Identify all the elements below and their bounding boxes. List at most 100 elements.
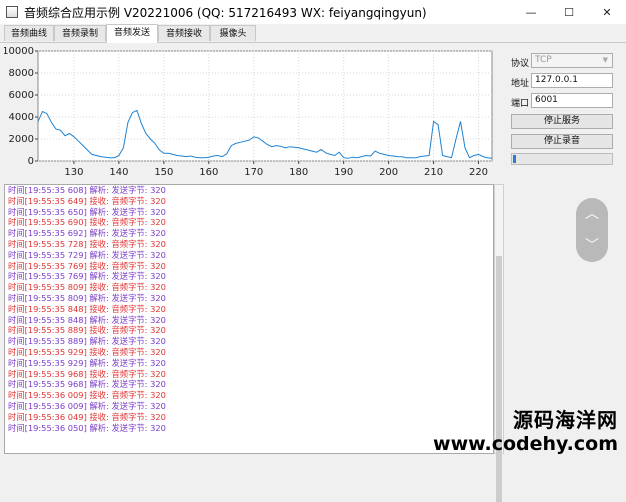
log-message: 接收: 音频字节: 320 [89,411,166,422]
protocol-value: TCP [535,55,552,65]
log-line: 时间[19:55:35 809] 接收: 音频字节: 320 [5,282,493,293]
log-timestamp: 时间[19:55:35 889] [8,325,90,336]
volume-level-fill [513,155,516,163]
log-message: 解析: 发送字节: 320 [89,422,166,433]
log-message: 接收: 音频字节: 320 [89,390,166,401]
log-message: 解析: 发送字节: 320 [89,228,166,239]
log-line: 时间[19:55:35 929] 接收: 音频字节: 320 [5,347,493,358]
log-line: 时间[19:55:35 728] 接收: 音频字节: 320 [5,239,493,250]
log-message: 解析: 发送字节: 320 [89,206,166,217]
log-message: 接收: 音频字节: 320 [89,260,166,271]
log-line: 时间[19:55:35 968] 解析: 发送字节: 320 [5,379,493,390]
log-line: 时间[19:55:35 889] 解析: 发送字节: 320 [5,336,493,347]
window-title: 音频综合应用示例 V20221006 (QQ: 517216493 WX: fe… [24,5,427,20]
log-message: 解析: 发送字节: 320 [89,379,166,390]
log-timestamp: 时间[19:55:35 692] [8,228,90,239]
log-timestamp: 时间[19:55:35 728] [8,238,90,249]
floating-scroll-control[interactable]: ︿ ﹀ [576,198,608,262]
log-message: 接收: 音频字节: 320 [89,238,166,249]
log-message: 解析: 发送字节: 320 [89,185,166,195]
maximize-button[interactable]: ☐ [550,0,588,24]
plot-area [37,50,493,162]
log-timestamp: 时间[19:55:36 009] [8,390,90,401]
log-timestamp: 时间[19:55:35 650] [8,206,90,217]
log-line: 时间[19:55:35 608] 解析: 发送字节: 320 [5,185,493,196]
log-timestamp: 时间[19:55:35 690] [8,217,90,228]
protocol-select[interactable]: TCP ▼ [531,53,613,68]
tab-label: 音频曲线 [10,29,47,39]
log-line: 时间[19:55:36 049] 接收: 音频字节: 320 [5,412,493,423]
stop-server-button[interactable]: 停止服务 [511,114,613,129]
minimize-button[interactable]: — [512,0,550,24]
tab-audio-receive[interactable]: 音频接收 [158,25,210,41]
chevron-up-icon[interactable]: ︿ [576,198,608,230]
watermark: 源码海洋网 www.codehy.com [433,404,618,455]
log-message: 接收: 音频字节: 320 [89,325,166,336]
log-timestamp: 时间[19:55:35 929] [8,357,90,368]
log-timestamp: 时间[19:55:35 929] [8,346,90,357]
x-tick-label: 140 [109,167,128,178]
log-timestamp: 时间[19:55:35 769] [8,271,90,282]
x-tick-label: 190 [334,167,353,178]
log-line: 时间[19:55:35 650] 解析: 发送字节: 320 [5,207,493,218]
log-timestamp: 时间[19:55:35 608] [8,185,90,195]
tab-label: 摄像头 [219,29,247,39]
tab-audio-curve[interactable]: 音频曲线 [4,25,54,41]
log-timestamp: 时间[19:55:35 729] [8,249,90,260]
log-message: 接收: 音频字节: 320 [89,282,166,293]
log-message: 解析: 发送字节: 320 [89,336,166,347]
y-tick-label: 8000 [9,68,34,79]
log-line: 时间[19:55:35 649] 接收: 音频字节: 320 [5,196,493,207]
tab-label: 音频接收 [165,29,202,39]
log-message: 接收: 音频字节: 320 [89,217,166,228]
x-tick-label: 200 [379,167,398,178]
log-timestamp: 时间[19:55:35 848] [8,303,90,314]
log-line: 时间[19:55:36 009] 解析: 发送字节: 320 [5,401,493,412]
tab-label: 音频录制 [61,29,98,39]
stop-record-button[interactable]: 停止录音 [511,134,613,149]
address-input[interactable]: 127.0.0.1 [531,73,613,88]
y-tick-label: 2000 [9,134,34,145]
chevron-down-icon[interactable]: ﹀ [576,230,608,262]
log-timestamp: 时间[19:55:35 809] [8,292,90,303]
log-message: 解析: 发送字节: 320 [89,357,166,368]
log-line: 时间[19:55:35 769] 解析: 发送字节: 320 [5,271,493,282]
tab-label: 音频发送 [113,28,150,38]
log-message: 解析: 发送字节: 320 [89,249,166,260]
x-tick-label: 210 [424,167,443,178]
tab-bar: 音频曲线 音频录制 音频发送 音频接收 摄像头 [0,24,626,43]
log-timestamp: 时间[19:55:35 968] [8,368,90,379]
port-input[interactable]: 6001 [531,93,613,108]
close-icon: ✕ [602,5,612,19]
log-line: 时间[19:55:35 968] 接收: 音频字节: 320 [5,369,493,380]
log-line: 时间[19:55:35 692] 解析: 发送字节: 320 [5,228,493,239]
log-timestamp: 时间[19:55:36 050] [8,422,90,433]
log-line: 时间[19:55:35 848] 接收: 音频字节: 320 [5,304,493,315]
close-button[interactable]: ✕ [588,0,626,24]
volume-level-bar [511,153,613,165]
log-line: 时间[19:55:35 809] 解析: 发送字节: 320 [5,293,493,304]
tab-audio-record[interactable]: 音频录制 [54,25,106,41]
audio-waveform-chart: 0 2000 4000 6000 8000 10000 130 140 150 160 170 180… [2,44,498,184]
log-message: 接收: 音频字节: 320 [89,368,166,379]
log-timestamp: 时间[19:55:36 049] [8,411,90,422]
message-log: 时间[19:55:35 608] 解析: 发送字节: 320 时间[19:55:3… [4,184,494,454]
log-line: 时间[19:55:35 848] 解析: 发送字节: 320 [5,315,493,326]
address-label: 地址 [511,79,530,89]
log-message: 解析: 发送字节: 320 [89,271,166,282]
tab-camera[interactable]: 摄像头 [210,25,256,41]
x-tick-label: 220 [469,167,488,178]
log-scrollbar-thumb[interactable] [496,256,502,502]
log-message: 接收: 音频字节: 320 [89,303,166,314]
x-tick-label: 180 [289,167,308,178]
tab-audio-send[interactable]: 音频发送 [106,24,158,43]
log-message: 接收: 音频字节: 320 [89,346,166,357]
x-tick-label: 130 [64,167,83,178]
maximize-icon: ☐ [564,5,574,19]
log-line: 时间[19:55:35 929] 解析: 发送字节: 320 [5,358,493,369]
y-tick-label: 4000 [9,112,34,123]
log-timestamp: 时间[19:55:35 968] [8,379,90,390]
log-line: 时间[19:55:36 050] 解析: 发送字节: 320 [5,423,493,434]
log-timestamp: 时间[19:55:35 649] [8,195,90,206]
window-controls: — ☐ ✕ [512,0,626,24]
